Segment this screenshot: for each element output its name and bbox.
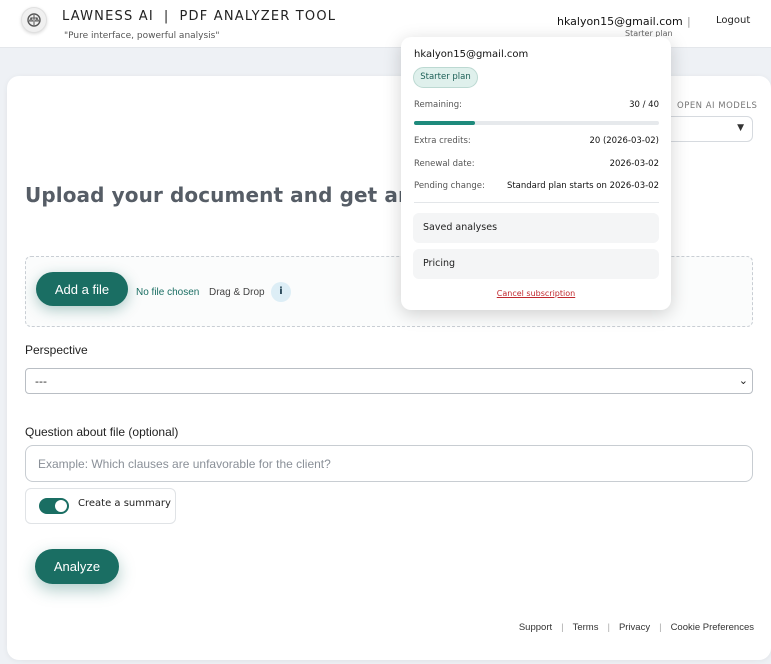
summary-toggle-label: Create a summary <box>78 498 171 509</box>
remaining-label: Remaining: <box>414 100 462 110</box>
remaining-value: 30 / 40 <box>629 100 659 110</box>
chevron-down-icon: ⌄ <box>738 374 748 387</box>
extra-credits-label: Extra credits: <box>414 136 471 146</box>
toggle-knob <box>55 500 67 512</box>
app-tagline: "Pure interface, powerful analysis" <box>64 31 220 41</box>
model-select[interactable]: ▼ <box>660 116 753 142</box>
footer-link-cookie-preferences[interactable]: Cookie Preferences <box>671 622 754 633</box>
header-divider: | <box>687 15 691 28</box>
add-file-button[interactable]: Add a file <box>36 272 128 306</box>
question-label: Question about file (optional) <box>25 425 179 439</box>
pending-change-label: Pending change: <box>414 181 485 191</box>
account-email: hkalyon15@gmail.com <box>414 49 529 60</box>
perspective-select[interactable]: --- ⌄ <box>25 368 753 394</box>
renewal-value: 2026-03-02 <box>609 159 659 169</box>
app-brand-title: LAWNESS AI | PDF ANALYZER TOOL <box>62 9 336 24</box>
brand-name: LAWNESS AI <box>62 9 154 24</box>
app-logo-icon[interactable] <box>21 7 47 33</box>
pending-change-value: Standard plan starts on 2026-03-02 <box>506 181 659 191</box>
logout-link[interactable]: Logout <box>716 15 750 26</box>
extra-credits-value: 20 (2026-03-02) <box>589 136 659 146</box>
footer-separator: | <box>659 622 662 633</box>
footer-link-privacy[interactable]: Privacy <box>619 622 650 633</box>
tool-name: PDF ANALYZER TOOL <box>179 9 337 24</box>
saved-analyses-link[interactable]: Saved analyses <box>413 213 659 243</box>
pricing-link[interactable]: Pricing <box>413 249 659 279</box>
models-label: OPEN AI MODELS <box>677 101 758 111</box>
account-dropdown: hkalyon15@gmail.com Starter plan Remaini… <box>401 37 671 310</box>
footer-separator: | <box>561 622 564 633</box>
brand-separator: | <box>163 9 170 24</box>
perspective-select-value: --- <box>35 375 47 388</box>
perspective-label: Perspective <box>25 343 88 357</box>
question-input[interactable] <box>25 445 753 482</box>
footer-link-support[interactable]: Support <box>519 622 552 633</box>
footer-separator: | <box>607 622 610 633</box>
credits-progress-fill <box>414 121 476 125</box>
info-icon[interactable]: i <box>271 282 291 302</box>
drag-drop-hint: Drag & Drop <box>209 287 265 298</box>
renewal-label: Renewal date: <box>414 159 475 169</box>
cancel-subscription-link[interactable]: Cancel subscription <box>401 289 671 298</box>
no-file-status: No file chosen <box>136 287 200 298</box>
summary-toggle[interactable] <box>39 498 69 514</box>
analyze-button[interactable]: Analyze <box>35 549 119 584</box>
footer-link-terms[interactable]: Terms <box>573 622 599 633</box>
credits-progress-bar <box>414 121 659 125</box>
dropdown-divider <box>414 202 659 203</box>
plan-badge: Starter plan <box>413 67 478 88</box>
footer-links: Support | Terms | Privacy | Cookie Preferences <box>519 622 754 633</box>
chevron-down-icon: ▼ <box>737 123 744 133</box>
account-menu-trigger[interactable]: hkalyon15@gmail.com <box>557 15 683 28</box>
